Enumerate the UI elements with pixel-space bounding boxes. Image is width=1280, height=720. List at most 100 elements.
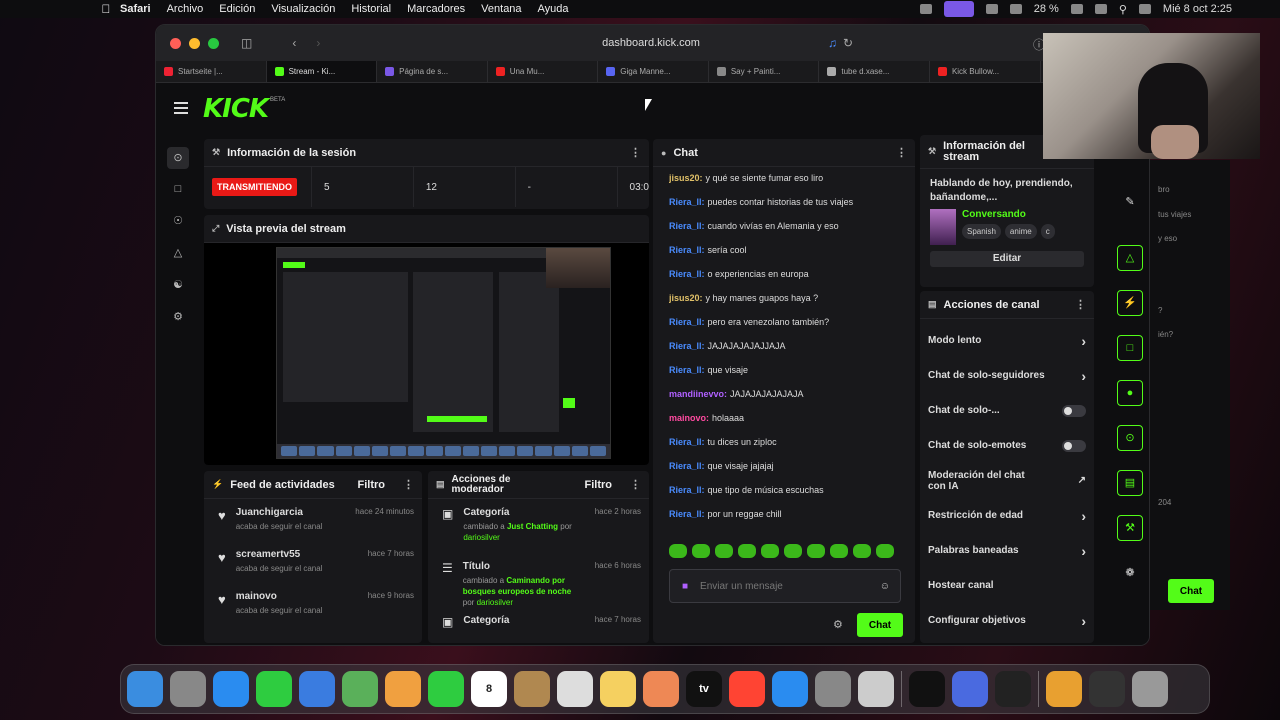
dock-launchpad-icon[interactable] [170,671,206,707]
chat-message[interactable]: Riera_ll: JAJAJAJAJAJJAJA [669,341,915,365]
add-widget-icon[interactable]: ❁ [1117,560,1143,586]
menu-ayuda[interactable]: Ayuda [538,3,569,15]
background-chat-button[interactable]: Chat [1168,579,1214,603]
emoji-icon[interactable]: ☺ [880,581,890,592]
menubar-datetime[interactable]: Mié 8 oct 2:25 [1163,3,1232,15]
menu-archivo[interactable]: Archivo [167,3,204,15]
chat-message[interactable]: Riera_ll: puedes contar historias de tus … [669,197,915,221]
more-options-icon[interactable]: ⋮ [403,478,414,491]
chat-username[interactable]: Riera_ll: [669,437,705,447]
browser-tab[interactable]: Startseite |... [156,61,267,82]
chat-message[interactable]: Riera_ll: que visaje jajajaj [669,461,915,485]
channel-action-item[interactable]: Palabras baneadas › [920,533,1094,568]
screen-record-icon[interactable] [943,1,974,17]
menu-ventana[interactable]: Ventana [481,3,521,15]
browser-tab[interactable]: Stream - Ki... [266,61,378,82]
chat-username[interactable]: Riera_ll: [669,509,705,519]
chat-message[interactable]: Riera_ll: cuando vivías en Alemania y eso [669,221,915,245]
menu-icon[interactable] [174,102,188,117]
follower-name[interactable]: Juanchigarcia [236,507,323,518]
dock-notes-icon[interactable] [600,671,636,707]
chat-message-input[interactable]: ■ Enviar un mensaje ☺ [669,569,901,603]
badge-icon[interactable]: ■ [682,581,688,592]
dock-appletv-icon[interactable]: tv [686,671,722,707]
browser-tab[interactable]: tube d.xase... [819,61,930,82]
dock-archive-icon[interactable] [1046,671,1082,707]
play-icon[interactable] [1009,4,1022,14]
shield-tool-icon[interactable]: △ [1117,245,1143,271]
emote[interactable] [761,544,779,558]
chat-username[interactable]: Riera_ll: [669,317,705,327]
toggle-switch[interactable] [1062,439,1086,452]
menu-visualizacion[interactable]: Visualización [271,3,335,15]
dock-maps-icon[interactable] [342,671,378,707]
dock-finder-icon[interactable] [127,671,163,707]
chat-username[interactable]: jisus20: [669,173,703,183]
more-options-icon[interactable]: ⋮ [630,146,641,159]
more-options-icon[interactable]: ⋮ [630,478,641,491]
dock-kick-app-icon[interactable] [909,671,945,707]
emote[interactable] [807,544,825,558]
pencil-icon[interactable]: ✎ [1117,189,1143,215]
chat-username[interactable]: Riera_ll: [669,269,705,279]
chat-message[interactable]: mainovo: holaaaa [669,413,915,437]
dock-settings-icon[interactable] [815,671,851,707]
dock-safari-icon[interactable] [213,671,249,707]
desc-user[interactable]: dariosilver [463,533,499,542]
tag-chip[interactable]: Spanish [962,224,1001,239]
chat-username[interactable]: Riera_ll: [669,197,705,207]
channel-action-item[interactable]: Configurar objetivos › [920,603,1094,638]
category-name[interactable]: Conversando [962,209,1055,220]
status-app-icon[interactable] [919,4,932,14]
dock-roblox-icon[interactable] [952,671,988,707]
dock-notes-brown-icon[interactable] [514,671,550,707]
kick-logo[interactable]: KICK [203,94,269,124]
back-icon[interactable]: ‹ [292,36,296,50]
emote[interactable] [830,544,848,558]
browser-tab[interactable]: Say + Painti... [709,61,820,82]
dock-reminders-icon[interactable] [557,671,593,707]
toggle-switch[interactable] [1062,404,1086,417]
battery-icon[interactable] [1070,4,1083,14]
emote[interactable] [853,544,871,558]
chat-message[interactable]: Riera_ll: sería cool [669,245,915,269]
spotlight-icon[interactable]: ⚲ [1119,3,1127,16]
chat-settings-icon[interactable]: ⚙ [833,618,843,631]
chat-message[interactable]: Riera_ll: tu dices un ziploc [669,437,915,461]
mod-filter-button[interactable]: Filtro [585,479,613,491]
channel-action-item[interactable]: Chat de solo-emotes [920,428,1094,463]
stream-preview-video[interactable] [204,243,649,465]
stats-icon[interactable]: □ [170,181,186,197]
mod-action-item[interactable]: ☰ Título cambiado a Caminando por bosques … [428,553,649,607]
fullscreen-button[interactable] [208,37,219,49]
broadcast-tool-icon[interactable]: ⊙ [1117,425,1143,451]
menu-historial[interactable]: Historial [351,3,391,15]
activity-feed-item[interactable]: ♥ Juanchigarcia acaba de seguir el canal ha… [204,499,422,541]
menu-marcadores[interactable]: Marcadores [407,3,465,15]
chat-username[interactable]: Riera_ll: [669,341,705,351]
chat-message[interactable]: jisus20: y hay manes guapos haya ? [669,293,915,317]
follower-name[interactable]: mainovo [236,591,323,602]
follower-name[interactable]: screamertv55 [236,549,323,560]
chat-username[interactable]: Riera_ll: [669,245,705,255]
tag-chip[interactable]: anime [1004,224,1037,239]
chat-message[interactable]: mandiinevvo: JAJAJAJAJAJAJA [669,389,915,413]
dock-facetime-icon[interactable] [428,671,464,707]
channel-action-item[interactable]: Chat de solo-... [920,393,1094,428]
dock-calendar-icon[interactable]: 8 [471,671,507,707]
desc-user[interactable]: dariosilver [477,598,513,607]
emote[interactable] [669,544,687,558]
activity-feed-item[interactable]: ♥ mainovo acaba de seguir el canal hace 9 h… [204,583,422,625]
emote[interactable] [738,544,756,558]
more-options-icon[interactable]: ⋮ [1075,298,1086,311]
dock-obs-icon[interactable] [995,671,1031,707]
dock-messages-icon[interactable] [256,671,292,707]
dock-iphone-mirroring-icon[interactable] [858,671,894,707]
forward-icon[interactable]: › [316,36,320,50]
menu-app[interactable]: Safari [120,3,151,15]
wifi-icon[interactable] [1094,4,1107,14]
users-icon[interactable]: ☯ [170,277,186,293]
chat-tool-icon[interactable]: ● [1117,380,1143,406]
more-options-icon[interactable]: ⋮ [896,146,907,159]
channel-action-item[interactable]: Hostear canal [920,568,1094,603]
